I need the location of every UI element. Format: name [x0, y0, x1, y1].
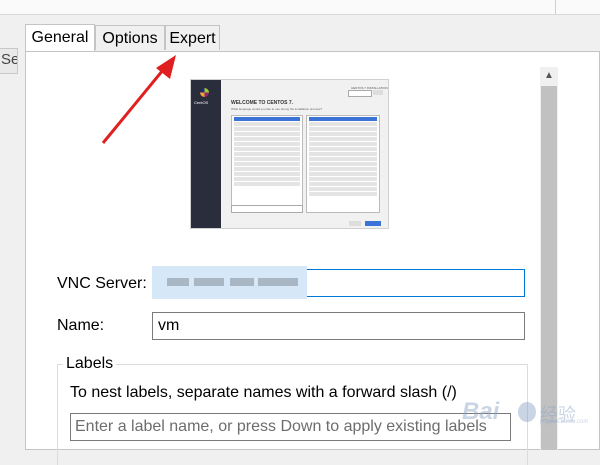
- vm-screenshot-thumbnail[interactable]: CentOS WELCOME TO CENTOS 7. What languag…: [190, 79, 389, 229]
- background-window-edge: Se: [0, 48, 18, 74]
- labels-group-title: Labels: [63, 355, 117, 373]
- watermark-brand: Bai: [462, 398, 500, 425]
- scroll-up-arrow-icon[interactable]: ▲: [540, 67, 558, 85]
- baidu-paw-icon: [518, 402, 536, 422]
- locale-list: [306, 115, 380, 213]
- baidu-watermark: Bai 经验 jingyan.baidu.com: [462, 395, 588, 430]
- tab-expert[interactable]: Expert: [165, 25, 220, 50]
- continue-button: [365, 221, 381, 226]
- watermark-url: jingyan.baidu.com: [540, 419, 589, 425]
- tab-options[interactable]: Options: [95, 25, 165, 50]
- installer-subtitle: What language would you like to use duri…: [231, 107, 323, 111]
- labels-hint: To nest labels, separate names with a fo…: [70, 384, 457, 401]
- name-field[interactable]: vm: [152, 312, 525, 340]
- vnc-server-label: VNC Server:: [57, 275, 147, 292]
- title-separator: [555, 0, 556, 14]
- redacted-address: [152, 266, 307, 299]
- tab-general[interactable]: General: [25, 24, 95, 51]
- help-button: [373, 90, 383, 95]
- logo-text: CentOS: [194, 100, 209, 105]
- label-input[interactable]: Enter a label name, or press Down to app…: [70, 413, 511, 441]
- name-label: Name:: [57, 317, 105, 334]
- installer-heading: WELCOME TO CENTOS 7.: [231, 100, 294, 106]
- quit-button: [349, 221, 361, 226]
- vertical-scrollbar[interactable]: ▲: [540, 67, 558, 450]
- language-search: [231, 205, 303, 213]
- centos-logo-icon: [200, 88, 209, 97]
- window-title-strip: [0, 0, 600, 15]
- language-list: [231, 115, 303, 213]
- keyboard-indicator: [348, 90, 372, 97]
